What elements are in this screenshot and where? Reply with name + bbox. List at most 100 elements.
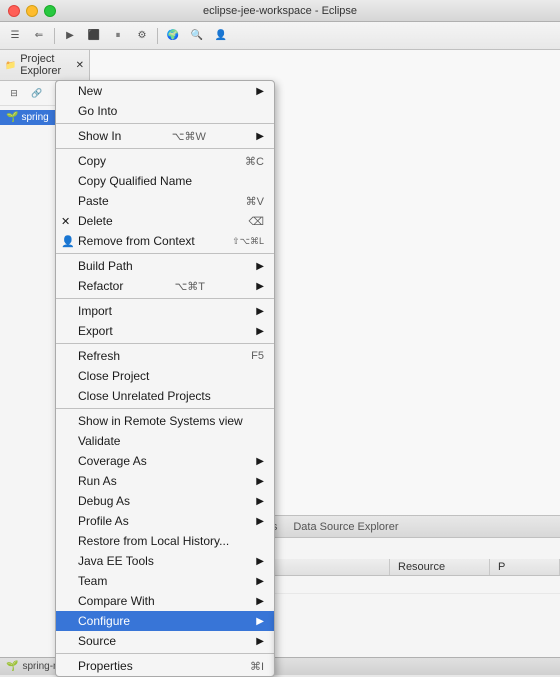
configure-submenu: Configure and Detect Nested Projects... …: [274, 609, 275, 677]
menu-item-team[interactable]: Team ▶: [56, 571, 274, 591]
menu-item-profile-as-label: Profile As: [78, 514, 129, 528]
menu-item-buildpath[interactable]: Build Path ▶: [56, 256, 274, 276]
context-menu: New ▶ Go Into Show In ⌥⌘W ▶ Copy ⌘C Copy…: [55, 80, 275, 677]
menu-item-show-remote-label: Show in Remote Systems view: [78, 414, 243, 428]
link-editor-btn[interactable]: 🔗: [26, 83, 48, 103]
main-area: 📁 Project Explorer ✕ ⊟ 🔗 ▼ 🌱 spring New …: [0, 50, 560, 675]
separator-1: [56, 123, 274, 124]
collapse-all-btn[interactable]: ⊟: [3, 83, 25, 103]
menu-item-compare[interactable]: Compare With ▶: [56, 591, 274, 611]
menu-item-import-label: Import: [78, 304, 112, 318]
toolbar-btn-3[interactable]: ▶: [59, 26, 81, 46]
separator-2: [56, 148, 274, 149]
status-spring-icon: 🌱: [6, 661, 18, 672]
panel-icon: 📁: [5, 60, 16, 71]
menu-item-close-unrelated[interactable]: Close Unrelated Projects: [56, 386, 274, 406]
menu-item-show-remote[interactable]: Show in Remote Systems view: [56, 411, 274, 431]
toolbar-btn-8[interactable]: 🔍: [186, 26, 208, 46]
separator-6: [56, 408, 274, 409]
menu-item-coverage-as[interactable]: Coverage As ▶: [56, 451, 274, 471]
menu-item-properties-label: Properties: [78, 659, 133, 673]
menu-item-run-as-label: Run As: [78, 474, 117, 488]
toolbar-btn-5[interactable]: ⏸: [107, 26, 129, 46]
menu-item-close-project[interactable]: Close Project: [56, 366, 274, 386]
menu-item-copy[interactable]: Copy ⌘C: [56, 151, 274, 171]
tab-datasource-label: Data Source Explorer: [293, 521, 398, 533]
menu-item-export[interactable]: Export ▶: [56, 321, 274, 341]
toolbar-btn-9[interactable]: 👤: [210, 26, 232, 46]
copy-shortcut: ⌘C: [245, 155, 264, 168]
properties-shortcut: ⌘I: [250, 660, 264, 673]
menu-item-refactor[interactable]: Refactor ⌥⌘T ▶: [56, 276, 274, 296]
menu-item-refresh-label: Refresh: [78, 349, 120, 363]
toolbar-btn-7[interactable]: 🌍: [162, 26, 184, 46]
menu-item-java-ee[interactable]: Java EE Tools ▶: [56, 551, 274, 571]
menu-item-gointo[interactable]: Go Into: [56, 101, 274, 121]
menu-item-copy-qualified[interactable]: Copy Qualified Name: [56, 171, 274, 191]
menu-item-copy-qualified-label: Copy Qualified Name: [78, 174, 192, 188]
tab-datasource[interactable]: Data Source Explorer: [285, 516, 406, 537]
menu-item-java-ee-label: Java EE Tools: [78, 554, 154, 568]
toolbar-btn-6[interactable]: ⚙: [131, 26, 153, 46]
menu-item-debug-as[interactable]: Debug As ▶: [56, 491, 274, 511]
menu-item-run-as[interactable]: Run As ▶: [56, 471, 274, 491]
menu-item-source-label: Source: [78, 634, 116, 648]
arrow-import: ▶: [256, 306, 264, 317]
menu-item-import[interactable]: Import ▶: [56, 301, 274, 321]
col-resource: Resource: [390, 559, 490, 575]
menu-item-configure[interactable]: Configure ▶ Configure and Detect Nested …: [56, 611, 274, 631]
menu-item-properties[interactable]: Properties ⌘I: [56, 656, 274, 676]
menu-item-team-label: Team: [78, 574, 107, 588]
row-resource: [390, 576, 490, 593]
arrow-coverage: ▶: [256, 456, 264, 467]
toolbar-btn-2[interactable]: ⇐: [28, 26, 50, 46]
title-bar: eclipse-jee-workspace - Eclipse: [0, 0, 560, 22]
delete-shortcut: ⌫: [248, 215, 264, 228]
menu-item-restore-local[interactable]: Restore from Local History...: [56, 531, 274, 551]
separator-7: [56, 653, 274, 654]
col-path: P: [490, 559, 560, 575]
arrow-profile: ▶: [256, 516, 264, 527]
menu-item-copy-label: Copy: [78, 154, 106, 168]
menu-item-gointo-label: Go Into: [78, 104, 117, 118]
close-button[interactable]: [8, 5, 20, 17]
showin-shortcut: ⌥⌘W: [172, 130, 206, 143]
spring-icon: 🌱: [6, 112, 18, 123]
menu-item-remove-context[interactable]: 👤 Remove from Context ⇧⌥⌘L: [56, 231, 274, 251]
menu-item-debug-as-label: Debug As: [78, 494, 130, 508]
menu-item-paste-label: Paste: [78, 194, 109, 208]
menu-item-validate-label: Validate: [78, 434, 120, 448]
menu-item-configure-label: Configure: [78, 614, 130, 628]
menu-item-close-project-label: Close Project: [78, 369, 149, 383]
minimize-button[interactable]: [26, 5, 38, 17]
menu-item-buildpath-label: Build Path: [78, 259, 133, 273]
menu-item-delete[interactable]: ✕ Delete ⌫: [56, 211, 274, 231]
arrow-javaee: ▶: [256, 556, 264, 567]
main-toolbar: ☰ ⇐ ▶ ⬛ ⏸ ⚙ 🌍 🔍 👤: [0, 22, 560, 50]
menu-item-new[interactable]: New ▶: [56, 81, 274, 101]
menu-item-profile-as[interactable]: Profile As ▶: [56, 511, 274, 531]
arrow-run: ▶: [256, 476, 264, 487]
maximize-button[interactable]: [44, 5, 56, 17]
menu-item-new-label: New: [78, 84, 102, 98]
separator-5: [56, 343, 274, 344]
panel-close[interactable]: ✕: [76, 60, 84, 71]
toolbar-btn-1[interactable]: ☰: [4, 26, 26, 46]
menu-item-refactor-label: Refactor: [78, 279, 123, 293]
toolbar-btn-4[interactable]: ⬛: [83, 26, 105, 46]
panel-header: 📁 Project Explorer ✕: [0, 50, 89, 81]
arrow-refactor: ▶: [256, 281, 264, 292]
menu-item-validate[interactable]: Validate: [56, 431, 274, 451]
menu-item-restore-local-label: Restore from Local History...: [78, 534, 229, 548]
menu-item-showin[interactable]: Show In ⌥⌘W ▶: [56, 126, 274, 146]
toolbar-sep-2: [157, 28, 158, 44]
tree-item-label: spring: [21, 112, 48, 123]
menu-item-close-unrelated-label: Close Unrelated Projects: [78, 389, 211, 403]
menu-item-remove-context-label: Remove from Context: [78, 234, 195, 248]
menu-item-refresh[interactable]: Refresh F5: [56, 346, 274, 366]
menu-item-paste[interactable]: Paste ⌘V: [56, 191, 274, 211]
menu-item-source[interactable]: Source ▶: [56, 631, 274, 651]
delete-icon: ✕: [61, 215, 70, 228]
arrow-buildpath: ▶: [256, 261, 264, 272]
refresh-shortcut: F5: [251, 350, 264, 362]
